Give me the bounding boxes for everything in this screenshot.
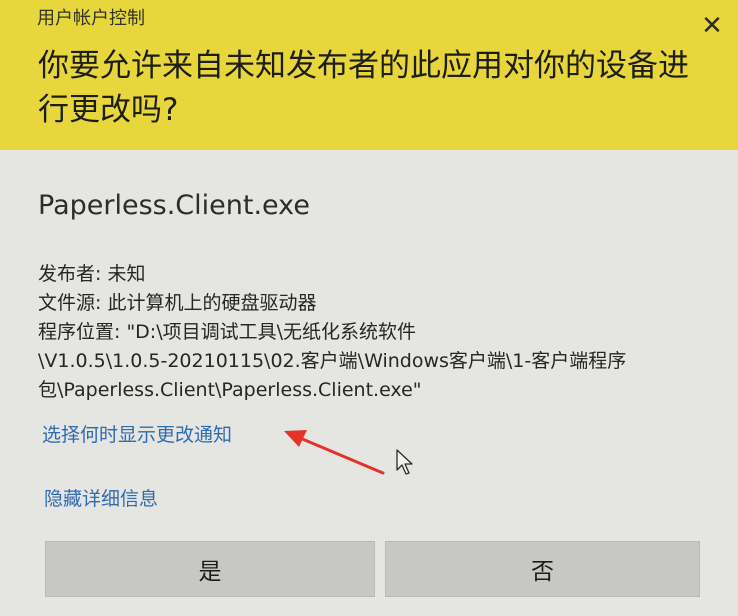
dialog-header: 用户帐户控制 ✕ 你要允许来自未知发布者的此应用对你的设备进行更改吗?	[0, 0, 738, 150]
hide-details-link[interactable]: 隐藏详细信息	[44, 484, 158, 511]
no-button[interactable]: 否	[385, 541, 700, 597]
mouse-cursor-icon	[396, 449, 413, 475]
program-location-line-3: 包\Paperless.Client\Paperless.Client.exe"	[38, 379, 422, 401]
uac-dialog: 用户帐户控制 ✕ 你要允许来自未知发布者的此应用对你的设备进行更改吗? Pape…	[0, 0, 738, 616]
program-location-line-1: 程序位置: "D:\项目调试工具\无纸化系统软件	[38, 321, 417, 343]
dialog-caption: 用户帐户控制	[37, 8, 145, 29]
file-origin-info: 文件源: 此计算机上的硬盘驱动器	[38, 292, 317, 314]
details-section: 发布者: 未知 文件源: 此计算机上的硬盘驱动器 程序位置: "D:\项目调试工…	[38, 260, 718, 405]
red-arrow-annotation	[298, 436, 385, 475]
notification-settings-link[interactable]: 选择何时显示更改通知	[42, 420, 232, 447]
program-location-line-2: \V1.0.5\1.0.5-20210115\02.客户端\Windows客户端…	[38, 350, 627, 372]
permission-question: 你要允许来自未知发布者的此应用对你的设备进行更改吗?	[38, 48, 689, 128]
yes-button[interactable]: 是	[45, 541, 375, 597]
publisher-info: 发布者: 未知	[38, 263, 146, 285]
close-icon[interactable]: ✕	[700, 13, 724, 39]
app-name: Paperless.Client.exe	[38, 190, 310, 221]
red-arrow-head	[284, 430, 307, 447]
